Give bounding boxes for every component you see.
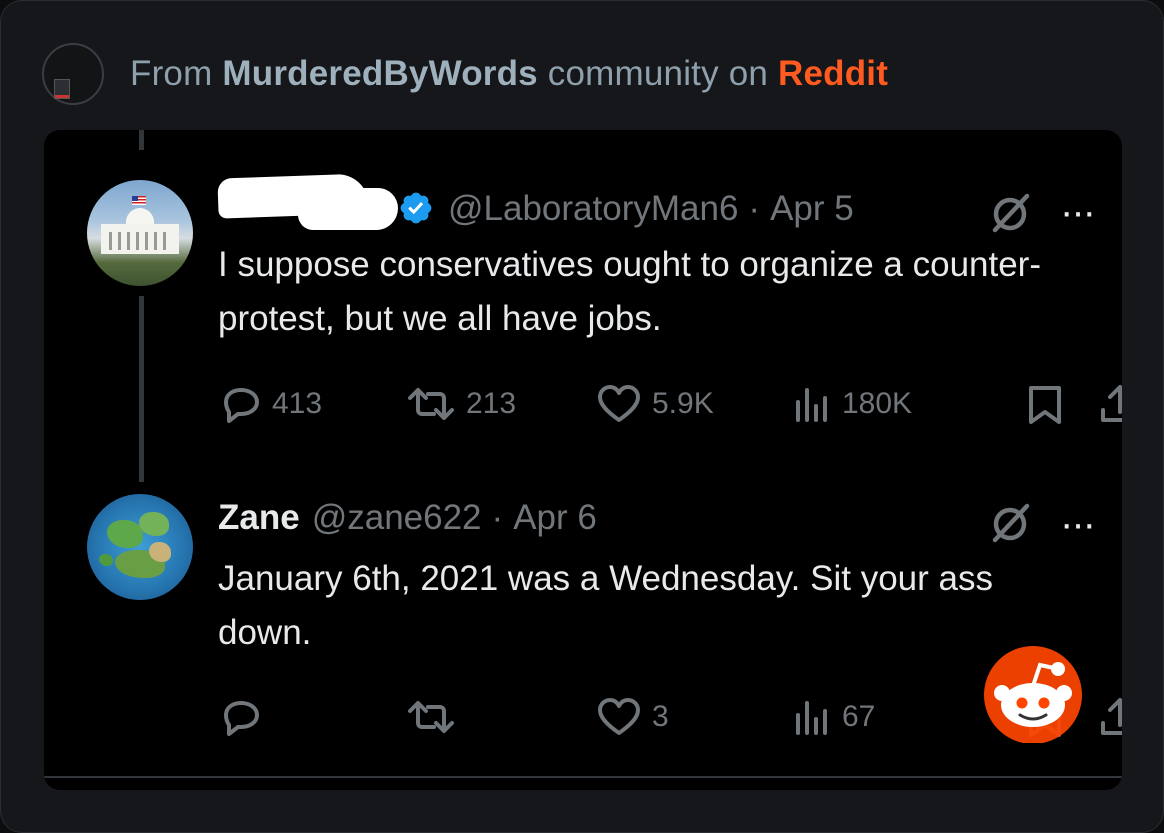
community-name[interactable]: MurderedByWords <box>222 54 537 93</box>
reply-button[interactable] <box>218 697 272 737</box>
share-button[interactable] <box>1098 697 1122 739</box>
display-name[interactable]: Zane <box>218 498 300 538</box>
like-button[interactable]: 5.9K <box>596 384 714 424</box>
separator-dot: · <box>491 498 504 537</box>
views-count: 67 <box>842 700 876 733</box>
retweet-count: 213 <box>466 387 517 420</box>
retweet-button[interactable]: 213 <box>406 384 516 424</box>
bookmark-icon <box>1029 386 1061 424</box>
views-button[interactable]: 67 <box>792 697 875 737</box>
like-count: 5.9K <box>652 387 714 420</box>
reply-count: 413 <box>272 387 323 420</box>
avatar-white-house[interactable] <box>87 180 193 286</box>
verified-badge-icon <box>400 192 432 224</box>
tweet-actions: 413 213 5.9K 180K <box>218 384 1122 426</box>
tweet-text: January 6th, 2021 was a Wednesday. Sit y… <box>218 559 993 652</box>
like-count: 3 <box>652 700 669 733</box>
views-count: 180K <box>842 387 913 420</box>
platform-name[interactable]: Reddit <box>778 54 888 93</box>
share-icon <box>1101 385 1122 422</box>
separator-dot: · <box>748 189 761 228</box>
source-middle: community on <box>537 54 778 93</box>
views-button[interactable]: 180K <box>792 384 912 424</box>
source-header: From MurderedByWords community on Reddit <box>42 42 888 106</box>
source-caption: From MurderedByWords community on Reddit <box>130 54 888 94</box>
bookmark-button[interactable] <box>1026 384 1064 426</box>
redacted-display-name <box>217 173 398 230</box>
share-button[interactable] <box>1098 384 1122 426</box>
tweet-meta: Zane @zane622 · Apr 6 <box>218 498 597 538</box>
views-icon <box>796 701 827 735</box>
heart-icon <box>598 698 640 735</box>
heart-icon <box>598 385 640 422</box>
timestamp[interactable]: Apr 6 <box>513 498 597 538</box>
grok-icon[interactable] <box>988 500 1034 546</box>
retweet-button[interactable] <box>406 697 466 737</box>
share-icon <box>1101 698 1122 735</box>
grok-icon[interactable] <box>988 190 1034 236</box>
retweet-icon <box>408 701 454 733</box>
tweet-original[interactable]: @LaboratoryMan6 · Apr 5 ··· I suppose co… <box>44 130 1122 482</box>
views-icon <box>796 388 827 422</box>
avatar-island-map[interactable] <box>87 494 193 600</box>
embedded-screenshot: @LaboratoryMan6 · Apr 5 ··· I suppose co… <box>44 130 1122 790</box>
more-icon[interactable]: ··· <box>1060 504 1096 544</box>
reddit-watermark-icon <box>984 646 1082 743</box>
card-divider <box>44 776 1122 778</box>
reply-icon <box>224 388 259 423</box>
like-button[interactable]: 3 <box>596 697 669 737</box>
tweet-text: I suppose conservatives ought to organiz… <box>218 245 1041 338</box>
retweet-icon <box>408 388 454 420</box>
reply-icon <box>224 701 259 736</box>
community-avatar[interactable] <box>42 43 104 105</box>
tweet-meta: @LaboratoryMan6 · Apr 5 <box>390 184 854 229</box>
more-icon[interactable]: ··· <box>1060 192 1096 232</box>
source-prefix: From <box>130 54 223 93</box>
handle[interactable]: @zane622 <box>312 498 482 538</box>
reply-button[interactable]: 413 <box>218 384 322 424</box>
tweet-reply[interactable]: Zane @zane622 · Apr 6 ··· January 6th, 2… <box>44 482 1122 782</box>
handle[interactable]: @LaboratoryMan6 <box>448 189 738 229</box>
timestamp[interactable]: Apr 5 <box>770 189 854 229</box>
